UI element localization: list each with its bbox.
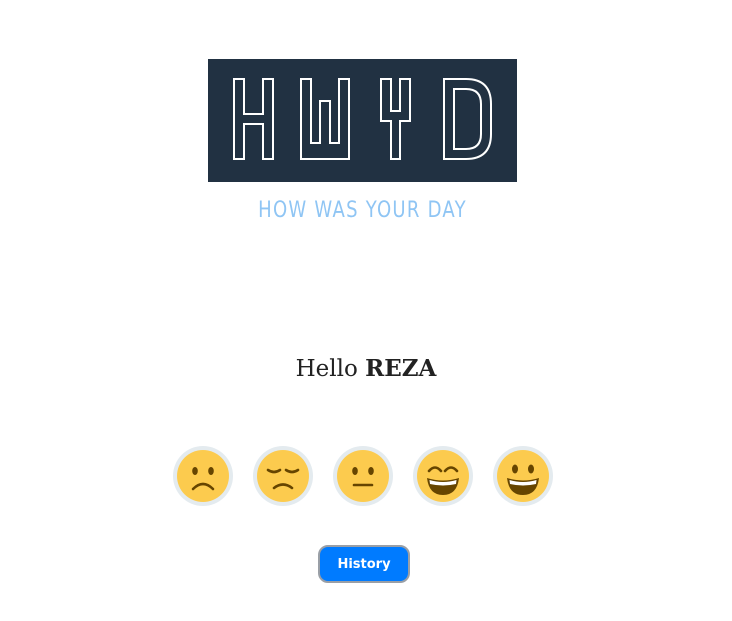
logo-tagline: HOW WAS YOUR DAY [258, 198, 467, 223]
mood-option-unamused[interactable] [253, 446, 313, 506]
neutral-face-icon [337, 450, 389, 502]
unamused-face-icon [257, 450, 309, 502]
hwyd-logo [208, 59, 517, 182]
mood-option-sad[interactable] [173, 446, 233, 506]
mood-option-neutral[interactable] [333, 446, 393, 506]
grinning-face-icon [497, 450, 549, 502]
slightly-frowning-face-icon [177, 450, 229, 502]
mood-option-very-happy[interactable] [493, 446, 553, 506]
greeting: Hello REZA [0, 355, 732, 382]
mood-option-happy[interactable] [413, 446, 473, 506]
hwyd-logo-mark [233, 78, 492, 160]
user-name: REZA [365, 355, 437, 382]
mood-selector [173, 446, 557, 506]
history-button[interactable]: History [318, 545, 410, 583]
greeting-prefix: Hello [295, 356, 366, 382]
grinning-squinting-face-icon [417, 450, 469, 502]
page: HOW WAS YOUR DAY Hello REZA History [0, 0, 732, 621]
